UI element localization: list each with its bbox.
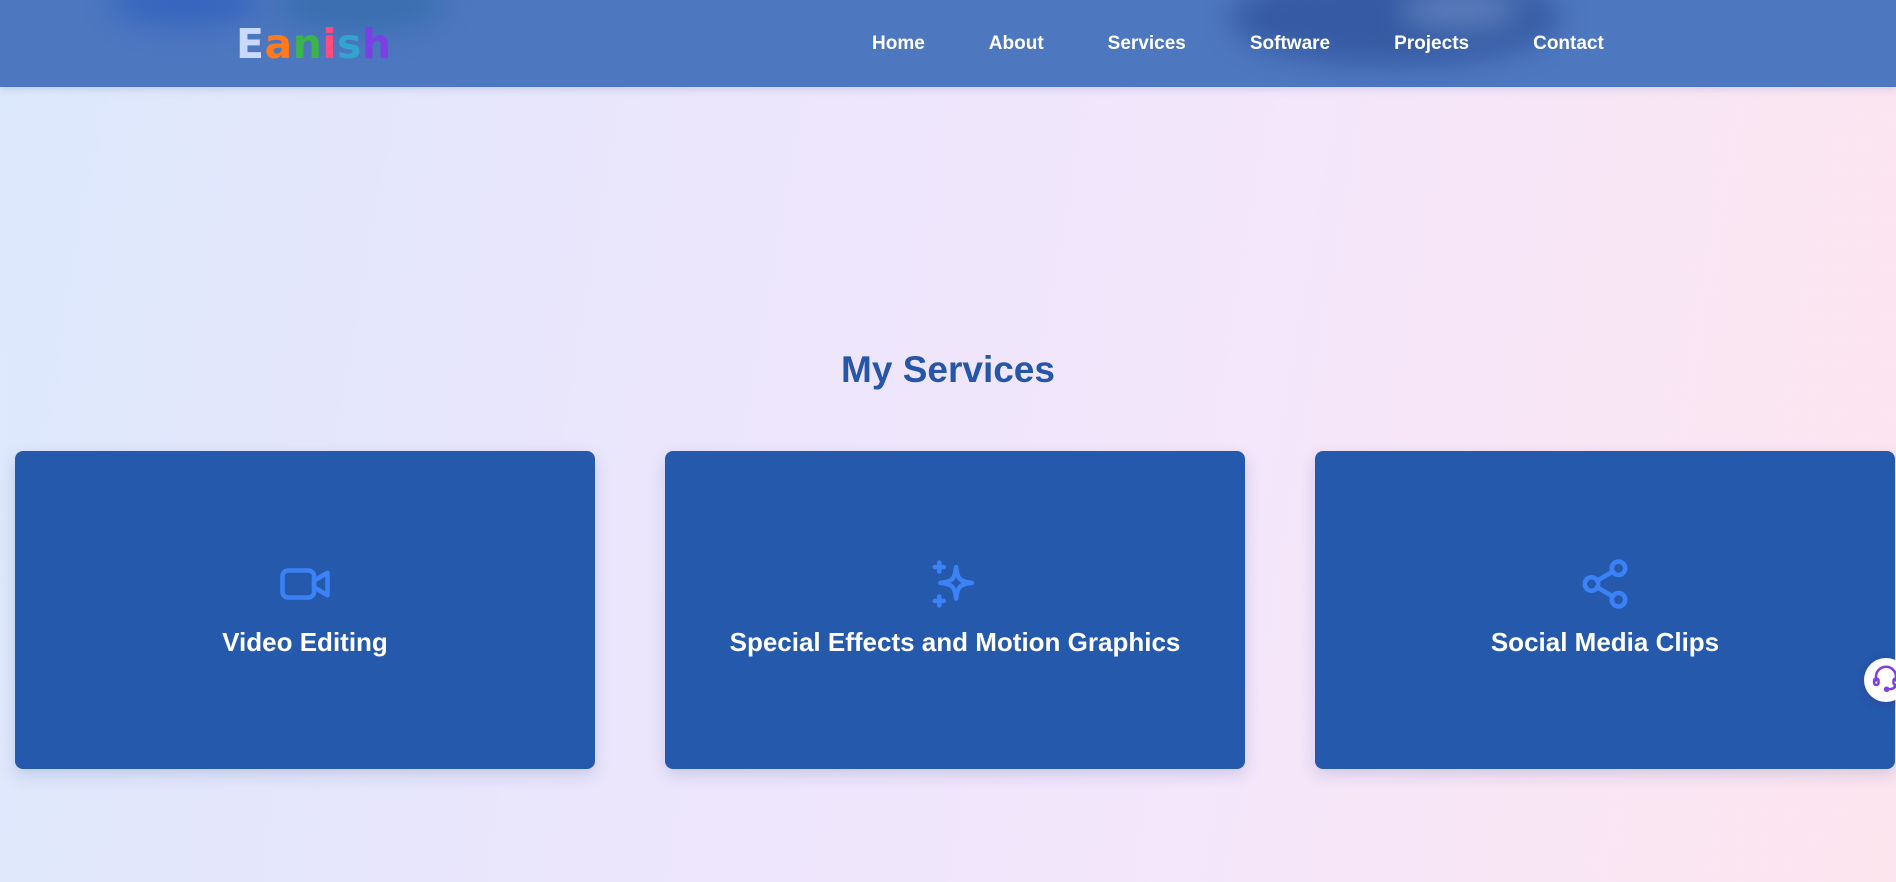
logo-letter: s bbox=[336, 20, 362, 68]
service-card-title: Video Editing bbox=[222, 627, 388, 657]
nav-link-software[interactable]: Software bbox=[1250, 33, 1330, 55]
logo-letter: E bbox=[236, 20, 265, 68]
main-nav: Home About Services Software Projects Co… bbox=[872, 0, 1604, 87]
section-title: My Services bbox=[841, 349, 1055, 390]
service-card-social-media[interactable]: Social Media Clips bbox=[1315, 451, 1895, 769]
sparkles-icon bbox=[928, 557, 982, 611]
nav-link-home[interactable]: Home bbox=[872, 33, 925, 55]
site-header: E a n i s h Home About Services Software… bbox=[0, 0, 1896, 87]
video-camera-icon bbox=[278, 557, 332, 611]
service-card-title: Social Media Clips bbox=[1490, 627, 1720, 657]
logo-letter: h bbox=[361, 20, 392, 68]
service-card-special-effects[interactable]: Special Effects and Motion Graphics bbox=[665, 451, 1245, 769]
nav-link-projects[interactable]: Projects bbox=[1394, 33, 1469, 55]
nav-link-contact[interactable]: Contact bbox=[1533, 33, 1604, 55]
logo-letter: n bbox=[292, 20, 323, 68]
logo-letter: i bbox=[322, 20, 337, 68]
services-grid: Video Editing Special Effects and Motion… bbox=[15, 451, 1896, 769]
headset-support-icon bbox=[1871, 663, 1896, 698]
site-logo[interactable]: E a n i s h bbox=[236, 20, 392, 68]
share-icon bbox=[1578, 557, 1632, 611]
nav-link-services[interactable]: Services bbox=[1108, 33, 1186, 55]
service-card-title: Special Effects and Motion Graphics bbox=[729, 627, 1181, 657]
nav-link-about[interactable]: About bbox=[989, 33, 1044, 55]
service-card-video-editing[interactable]: Video Editing bbox=[15, 451, 595, 769]
logo-letter: a bbox=[264, 20, 293, 68]
